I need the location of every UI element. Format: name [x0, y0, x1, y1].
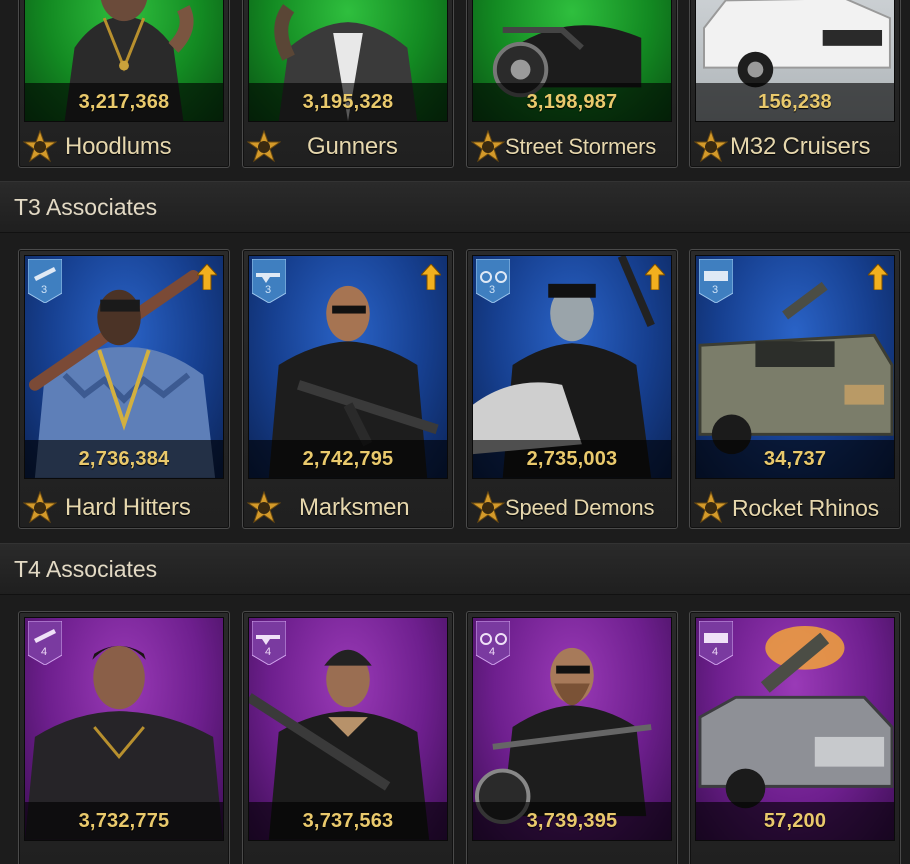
- unit-card-hard-hitters[interactable]: 3 2,736,384 Hard Hitters: [18, 249, 230, 529]
- unit-name: Street Stormers: [505, 134, 657, 159]
- unit-count: 3,739,395: [473, 802, 671, 840]
- section-title: T3 Associates: [14, 194, 158, 220]
- unit-name: Marksmen: [299, 494, 410, 521]
- unit-portrait: 3,217,368: [24, 0, 224, 122]
- tier2-row: 3,217,368 Hoodlums 3,195,328 Gunners 3,1…: [0, 0, 910, 168]
- unit-portrait: 3,195,328: [248, 0, 448, 122]
- unit-count: 57,200: [696, 802, 894, 840]
- unit-count: 2,735,003: [473, 440, 671, 478]
- unit-card-m32-cruisers[interactable]: 156,238 M32 Cruisers: [689, 0, 901, 168]
- tier4-row: 4 3,732,775 4 3,737,563 4 3,739,395 4 57…: [0, 611, 910, 864]
- star-badge-icon[interactable]: [23, 491, 57, 525]
- tier-badge: [699, 621, 733, 665]
- tier-level: 3: [265, 284, 272, 296]
- section-header-t3: T3 Associates: [0, 181, 910, 233]
- unit-portrait: 4 3,737,563: [248, 617, 448, 841]
- unit-portrait: 3 34,737: [695, 255, 895, 479]
- star-badge-icon[interactable]: [471, 491, 505, 525]
- upgrade-arrow-icon[interactable]: [645, 264, 665, 290]
- tier-badge: [476, 259, 510, 303]
- tier-level: 3: [41, 284, 48, 296]
- unit-count: 3,737,563: [249, 802, 447, 840]
- section-title: T4 Associates: [14, 556, 158, 582]
- unit-card-speed-demons[interactable]: 3 2,735,003 Speed Demons: [466, 249, 678, 529]
- unit-count: 3,732,775: [25, 802, 223, 840]
- unit-name: Rocket Rhinos: [732, 494, 879, 521]
- star-badge-icon[interactable]: [471, 130, 505, 164]
- star-badge-icon[interactable]: [247, 491, 281, 525]
- star-badge-icon[interactable]: [247, 130, 281, 164]
- unit-card-hoodlums[interactable]: 3,217,368 Hoodlums: [18, 0, 230, 168]
- unit-count: 34,737: [696, 440, 894, 478]
- unit-card-gunners[interactable]: 3,195,328 Gunners: [242, 0, 454, 168]
- upgrade-arrow-icon[interactable]: [197, 264, 217, 290]
- unit-count: 3,217,368: [25, 83, 223, 121]
- tier-badge: [28, 621, 62, 665]
- tier-level: 4: [41, 646, 48, 658]
- section-header-t4: T4 Associates: [0, 543, 910, 595]
- tier3-row: 3 2,736,384 Hard Hitters 3 2,742,795 Mar…: [0, 249, 910, 529]
- star-badge-icon[interactable]: [23, 130, 57, 164]
- upgrade-arrow-icon[interactable]: [868, 264, 888, 290]
- unit-name-bar: Hard Hitters: [19, 488, 229, 528]
- unit-name-bar: Speed Demons: [467, 488, 677, 528]
- unit-name-bar: M32 Cruisers: [690, 127, 900, 167]
- tier-level: 4: [265, 646, 272, 658]
- tier-badge: [252, 259, 286, 303]
- unit-count: 3,198,987: [473, 83, 671, 121]
- unit-card-t4-melee[interactable]: 4 3,732,775: [18, 611, 230, 864]
- tier-level: 4: [489, 646, 496, 658]
- tier-level: 4: [712, 646, 719, 658]
- unit-name-bar: Hoodlums: [19, 127, 229, 167]
- unit-name-bar: Rocket Rhinos: [690, 488, 900, 528]
- unit-portrait: 4 3,739,395: [472, 617, 672, 841]
- unit-name: Speed Demons: [505, 495, 655, 520]
- unit-portrait: 3,198,987: [472, 0, 672, 122]
- unit-card-t4-motorcycle[interactable]: 4 3,739,395: [466, 611, 678, 864]
- unit-count: 3,195,328: [249, 83, 447, 121]
- unit-portrait: 156,238: [695, 0, 895, 122]
- unit-name-bar: Street Stormers: [467, 127, 677, 167]
- unit-count: 2,736,384: [25, 440, 223, 478]
- tier-badge: [476, 621, 510, 665]
- unit-card-marksmen[interactable]: 3 2,742,795 Marksmen: [242, 249, 454, 529]
- tier-level: 3: [712, 284, 719, 296]
- star-badge-icon[interactable]: [694, 491, 728, 525]
- star-badge-icon[interactable]: [694, 130, 728, 164]
- unit-portrait: 4 57,200: [695, 617, 895, 841]
- unit-name: Hoodlums: [65, 133, 172, 160]
- unit-name-bar: Marksmen: [243, 488, 453, 528]
- unit-card-rocket-rhinos[interactable]: 3 34,737 Rocket Rhinos: [689, 249, 901, 529]
- unit-count: 156,238: [696, 83, 894, 121]
- tier-badge: [252, 621, 286, 665]
- unit-name-bar: Gunners: [243, 127, 453, 167]
- unit-count: 2,742,795: [249, 440, 447, 478]
- unit-card-t4-rifle[interactable]: 4 3,737,563: [242, 611, 454, 864]
- unit-card-street-stormers[interactable]: 3,198,987 Street Stormers: [466, 0, 678, 168]
- upgrade-arrow-icon[interactable]: [421, 264, 441, 290]
- unit-portrait: 3 2,735,003: [472, 255, 672, 479]
- tier-badge: [699, 259, 733, 303]
- unit-card-t4-vehicle[interactable]: 4 57,200: [689, 611, 901, 864]
- unit-name: Gunners: [307, 133, 398, 160]
- unit-portrait: 3 2,742,795: [248, 255, 448, 479]
- unit-portrait: 4 3,732,775: [24, 617, 224, 841]
- unit-name: Hard Hitters: [65, 494, 191, 521]
- tier-level: 3: [489, 284, 496, 296]
- unit-portrait: 3 2,736,384: [24, 255, 224, 479]
- unit-name: M32 Cruisers: [730, 133, 871, 160]
- tier-badge: [28, 259, 62, 303]
- associates-list: 3,217,368 Hoodlums 3,195,328 Gunners 3,1…: [0, 0, 910, 864]
